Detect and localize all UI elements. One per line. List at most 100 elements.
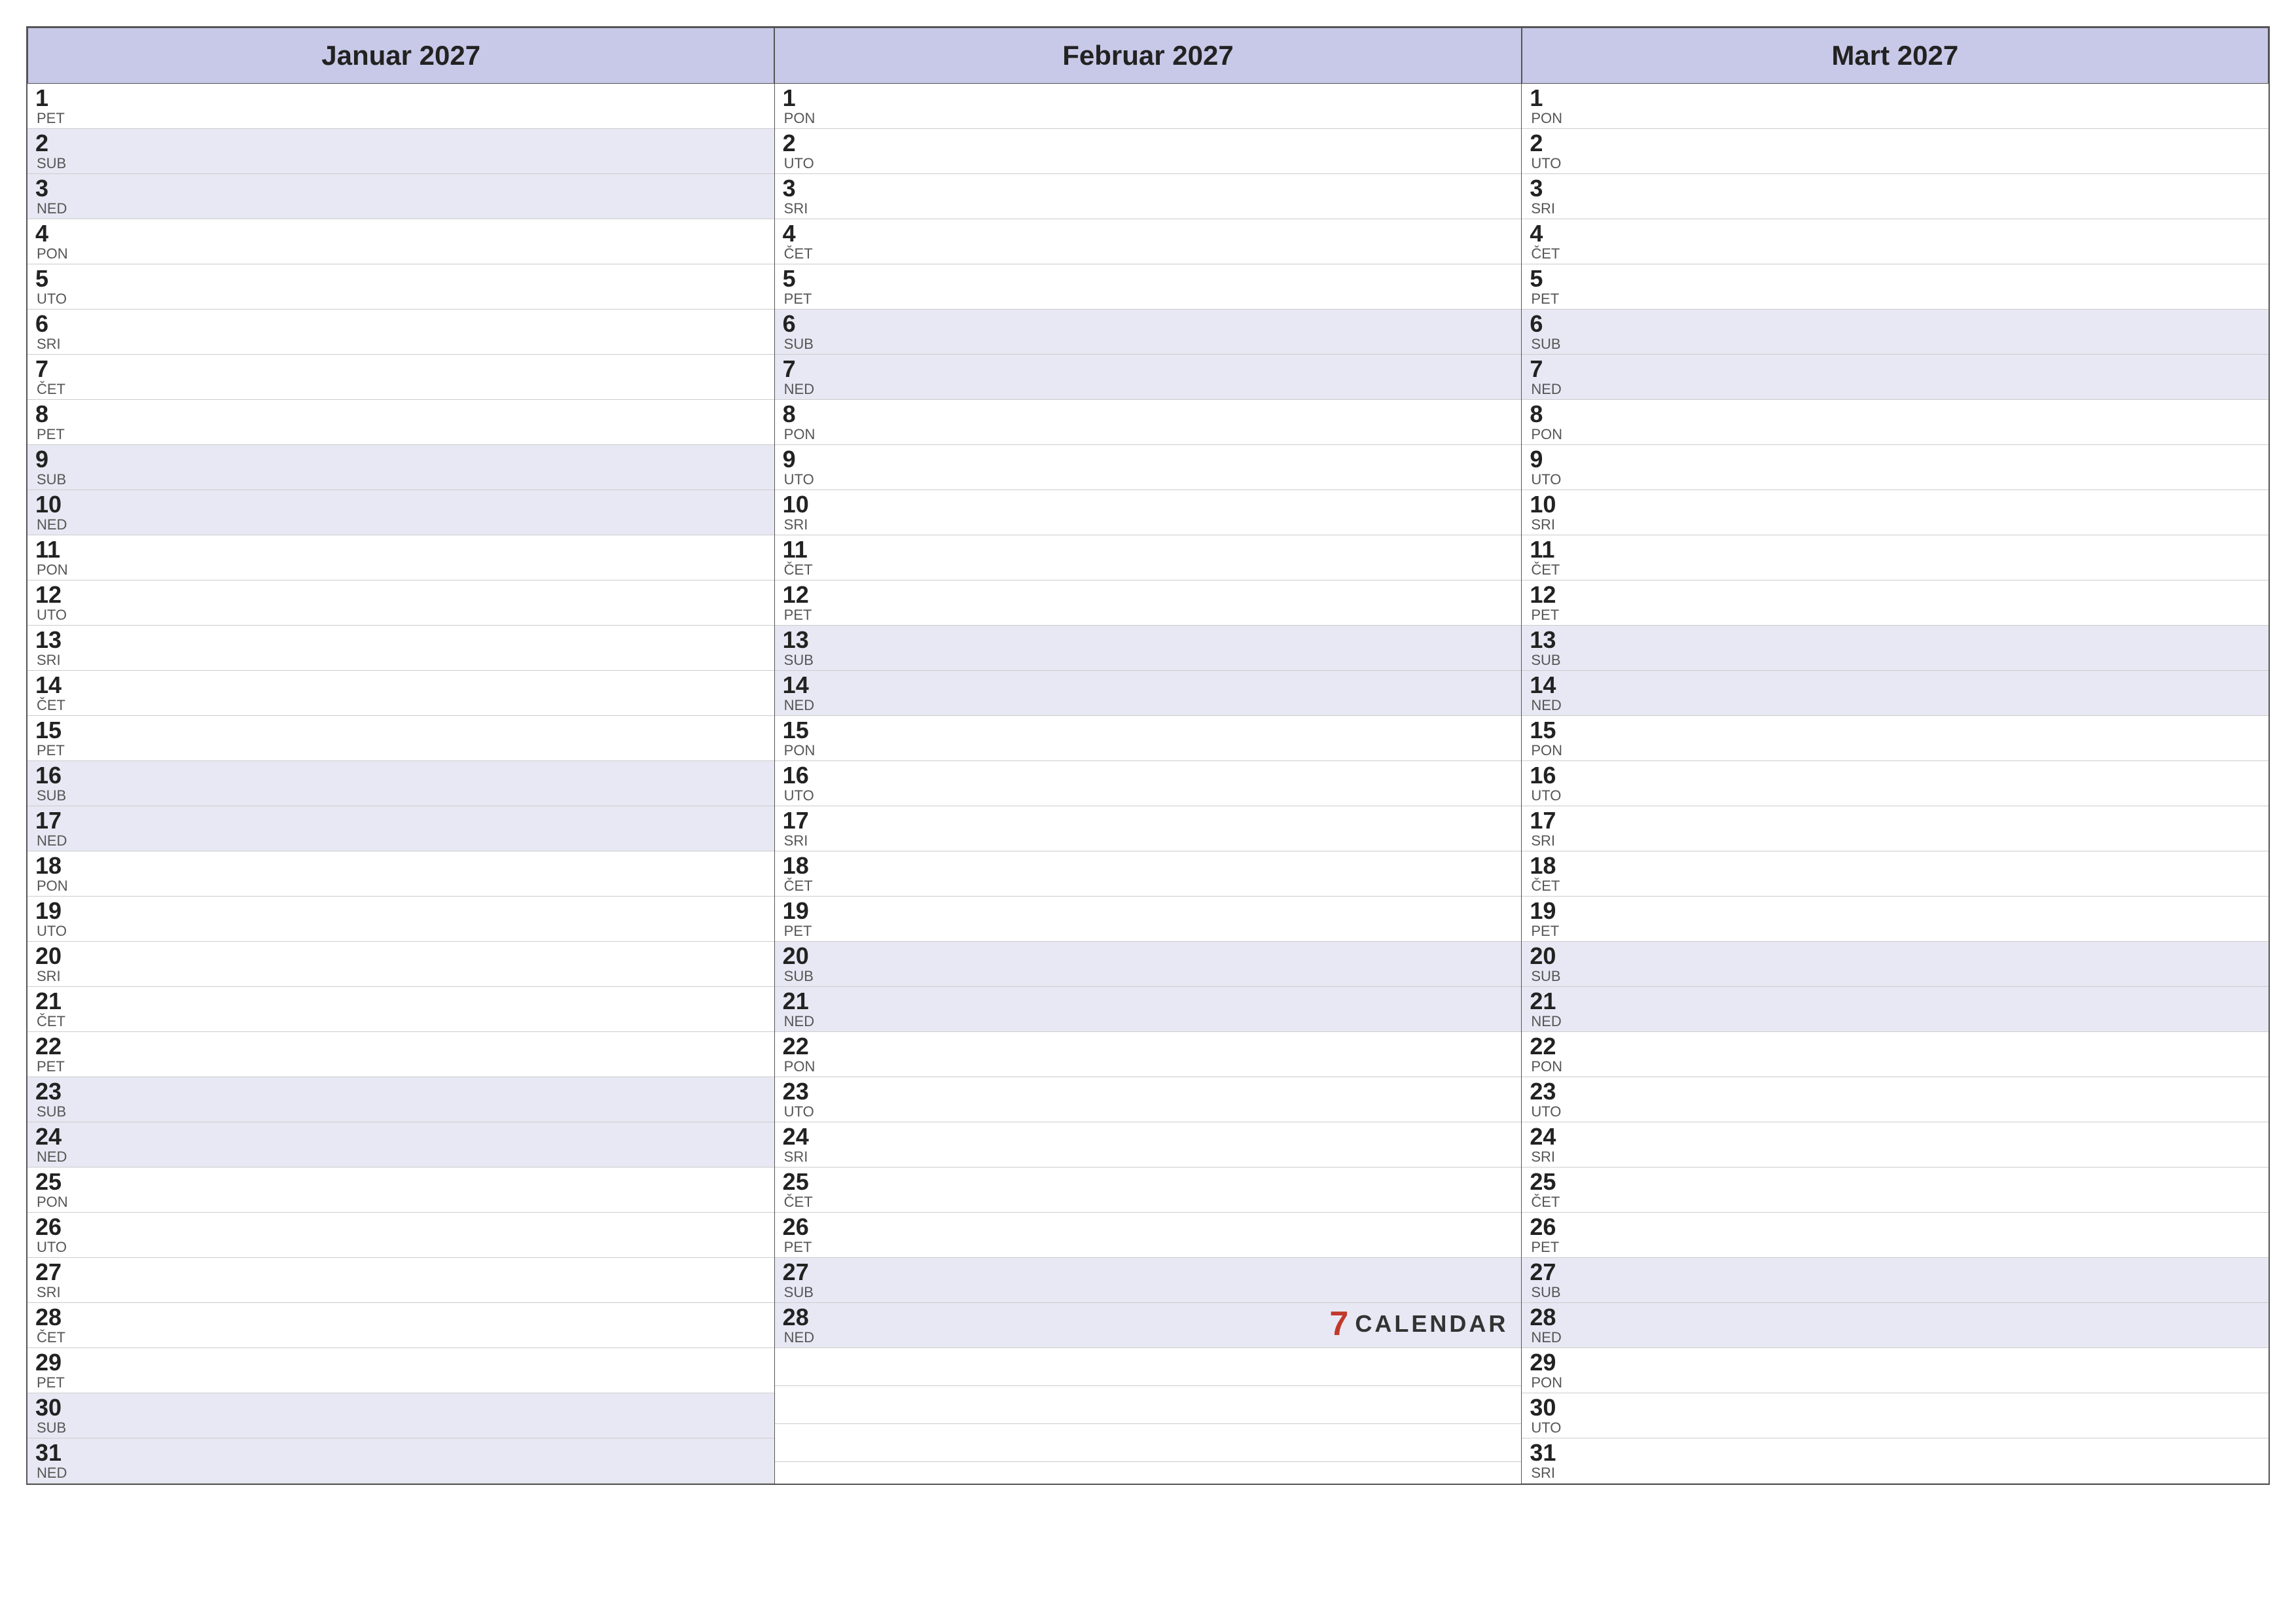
day-row: 3NED (27, 174, 774, 219)
day-name: UTO (1531, 156, 1569, 171)
day-name: PON (1531, 1376, 1569, 1390)
months-body: 1PET2SUB3NED4PON5UTO6SRI7ČET8PET9SUB10NE… (27, 84, 2269, 1484)
day-row: 18ČET (775, 851, 1522, 897)
day-row: 24SRI (1522, 1122, 2269, 1168)
day-number: 14 (783, 673, 822, 697)
day-row: 27SUB (1522, 1258, 2269, 1303)
day-number: 23 (35, 1080, 75, 1103)
day-row: 19UTO (27, 897, 774, 942)
month-col-feb-2027: 1PON2UTO3SRI4ČET5PET6SUB7NED8PON9UTO10SR… (775, 84, 1522, 1484)
day-number: 13 (1530, 628, 1569, 652)
day-name: UTO (784, 1105, 822, 1119)
day-name: SUB (1531, 1285, 1569, 1300)
day-number: 10 (35, 493, 75, 516)
day-row: 6SUB (775, 310, 1522, 355)
day-number: 16 (35, 764, 75, 787)
day-name: SRI (784, 518, 822, 532)
day-number: 30 (1530, 1396, 1569, 1419)
day-row: 3SRI (1522, 174, 2269, 219)
day-number: 21 (783, 990, 822, 1013)
day-number: 8 (783, 402, 822, 426)
day-number: 19 (1530, 899, 1569, 923)
day-row: 25ČET (1522, 1168, 2269, 1213)
day-row: 23 SUB (27, 1077, 774, 1122)
jan-header: Januar 2027 (27, 27, 774, 84)
brand-text: CALENDAR (1355, 1310, 1508, 1338)
day-row: 16UTO (775, 761, 1522, 806)
day-name: UTO (37, 1240, 75, 1255)
day-number: 27 (35, 1260, 75, 1284)
day-number: 4 (783, 222, 822, 245)
day-row (775, 1424, 1522, 1462)
day-row: 6SRI (27, 310, 774, 355)
day-name: PET (1531, 1240, 1569, 1255)
day-number: 17 (35, 809, 75, 832)
day-number: 10 (783, 493, 822, 516)
day-name: ČET (784, 247, 822, 261)
day-row: 9UTO (1522, 445, 2269, 490)
day-row: 8PON (1522, 400, 2269, 445)
day-number: 15 (1530, 719, 1569, 742)
day-name: PON (37, 247, 75, 261)
day-row: 28NED7CALENDAR (775, 1303, 1522, 1348)
day-name: SRI (37, 653, 75, 668)
day-number: 7 (35, 357, 75, 381)
day-row: 2SUB (27, 129, 774, 174)
day-number: 20 (783, 944, 822, 968)
day-number: 7 (783, 357, 822, 381)
day-number: 15 (783, 719, 822, 742)
brand-icon: 7 (1329, 1307, 1348, 1341)
day-name: SRI (1531, 834, 1569, 848)
day-name: ČET (37, 1330, 75, 1345)
day-row: 29PON (1522, 1348, 2269, 1393)
day-name: UTO (37, 292, 75, 306)
day-row: 11ČET (775, 535, 1522, 580)
day-name: SUB (37, 473, 75, 487)
day-row: 25ČET (775, 1168, 1522, 1213)
day-number: 1 (783, 86, 822, 110)
calendar: Januar 2027 Februar 2027 Mart 2027 1PET2… (26, 26, 2270, 1485)
day-name: PET (784, 292, 822, 306)
day-name: ČET (37, 382, 75, 397)
day-number: 5 (1530, 267, 1569, 291)
day-name: NED (784, 698, 822, 713)
day-name: SUB (1531, 969, 1569, 984)
day-number: 22 (1530, 1035, 1569, 1058)
day-number: 23 (783, 1080, 822, 1103)
day-number: 14 (1530, 673, 1569, 697)
day-row: 13SRI (27, 626, 774, 671)
day-name: SRI (784, 834, 822, 848)
day-row: 10NED (27, 490, 774, 535)
day-number: 26 (783, 1215, 822, 1239)
day-row: 30SUB (27, 1393, 774, 1438)
day-number: 12 (783, 583, 822, 607)
day-row: 27SRI (27, 1258, 774, 1303)
day-number: 6 (35, 312, 75, 336)
day-row: 2UTO (1522, 129, 2269, 174)
day-name: NED (784, 1014, 822, 1029)
day-name: NED (37, 1466, 75, 1480)
day-name: NED (1531, 1014, 1569, 1029)
day-row: 22PET (27, 1032, 774, 1077)
day-number: 17 (1530, 809, 1569, 832)
day-number: 4 (1530, 222, 1569, 245)
day-row: 26UTO (27, 1213, 774, 1258)
day-row: 12UTO (27, 580, 774, 626)
day-number: 4 (35, 222, 75, 245)
day-name: SUB (37, 1105, 75, 1119)
day-number: 6 (783, 312, 822, 336)
day-row: 1PET (27, 84, 774, 129)
day-row: 26PET (1522, 1213, 2269, 1258)
day-row: 22PON (1522, 1032, 2269, 1077)
day-number: 26 (35, 1215, 75, 1239)
day-row: 18PON (27, 851, 774, 897)
day-number: 1 (1530, 86, 1569, 110)
day-number: 28 (783, 1306, 822, 1329)
day-number: 24 (783, 1125, 822, 1149)
day-number: 12 (35, 583, 75, 607)
day-name: PON (784, 743, 822, 758)
day-name: PET (37, 1060, 75, 1074)
day-number: 28 (35, 1306, 75, 1329)
day-number: 24 (35, 1125, 75, 1149)
day-row: 8PON (775, 400, 1522, 445)
